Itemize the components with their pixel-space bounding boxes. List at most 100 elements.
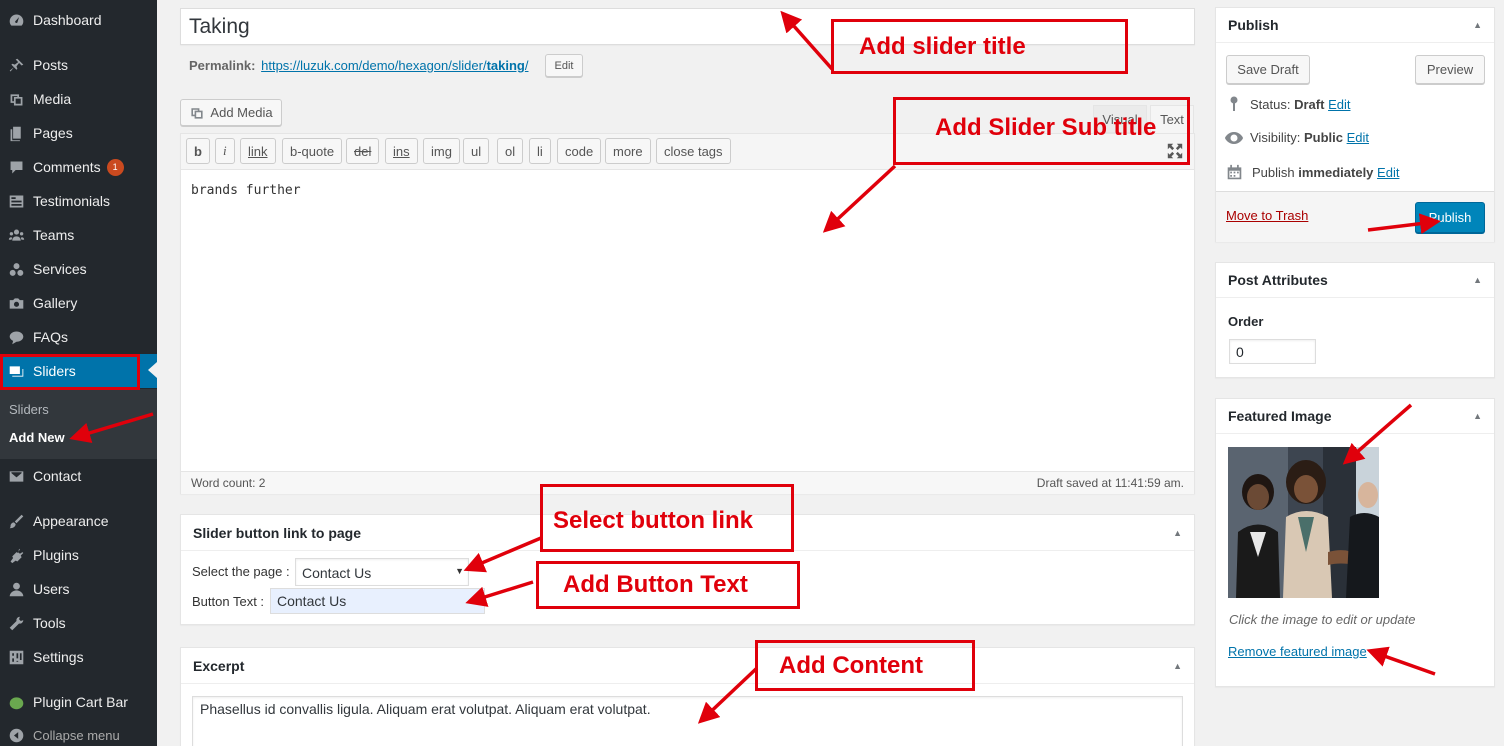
menu-faqs[interactable]: FAQs <box>0 320 157 354</box>
collapse-toggle-icon[interactable]: ▲ <box>1473 20 1482 30</box>
content-textarea[interactable]: brands further <box>191 183 301 198</box>
collapse-arrow-icon <box>7 726 25 744</box>
wrench-icon <box>7 614 25 632</box>
add-media-button[interactable]: Add Media <box>180 99 282 126</box>
menu-pages[interactable]: Pages <box>0 116 157 150</box>
menu-dashboard[interactable]: Dashboard <box>0 3 157 37</box>
button-text-label: Button Text : <box>192 594 265 609</box>
annotation-content: Add Content <box>755 640 975 691</box>
menu-label: Sliders <box>33 363 76 379</box>
dropdown-arrow-icon: ▼ <box>455 566 464 576</box>
collapse-toggle-icon[interactable]: ▲ <box>1173 661 1182 671</box>
menu-label: Testimonials <box>33 193 111 209</box>
dashboard-icon <box>7 11 25 29</box>
move-to-trash-link[interactable]: Move to Trash <box>1226 208 1308 223</box>
qt-ins-button[interactable]: ins <box>385 138 418 164</box>
metabox-title: Slider button link to page <box>193 524 361 541</box>
menu-comments[interactable]: Comments 1 <box>0 150 157 184</box>
settings-icon <box>7 648 25 666</box>
visibility-label: Visibility: <box>1250 130 1301 145</box>
collapse-menu[interactable]: Collapse menu <box>0 718 157 746</box>
preview-button[interactable]: Preview <box>1415 55 1485 84</box>
permalink-link[interactable]: https://luzuk.com/demo/hexagon/slider/ta… <box>261 58 528 73</box>
camera-icon <box>7 294 25 312</box>
menu-media[interactable]: Media <box>0 82 157 116</box>
excerpt-textarea[interactable]: Phasellus id convallis ligula. Aliquam e… <box>192 696 1183 746</box>
collapse-toggle-icon[interactable]: ▲ <box>1473 411 1482 421</box>
status-edit-link[interactable]: Edit <box>1328 97 1350 112</box>
menu-label: Media <box>33 91 72 107</box>
qt-li-button[interactable]: li <box>529 138 551 164</box>
menu-label: Users <box>33 581 70 597</box>
qt-img-button[interactable]: img <box>423 138 460 164</box>
menu-testimonials[interactable]: Testimonials <box>0 184 157 218</box>
qt-ul-button[interactable]: ul <box>463 138 490 164</box>
qt-bold-button[interactable]: b <box>186 138 210 164</box>
menu-label: Teams <box>33 227 75 243</box>
editor-container: Word count: 2 Draft saved at 11:41:59 am… <box>180 133 1195 494</box>
visibility-value: Public <box>1303 130 1343 145</box>
button-text-input[interactable]: Contact Us <box>270 588 485 614</box>
excerpt-header[interactable]: Excerpt ▲ <box>181 648 1194 684</box>
menu-label: Appearance <box>33 513 109 529</box>
qt-code-button[interactable]: code <box>557 138 602 164</box>
visibility-edit-link[interactable]: Edit <box>1347 130 1369 145</box>
save-draft-button[interactable]: Save Draft <box>1226 55 1310 84</box>
menu-tools[interactable]: Tools <box>0 606 157 640</box>
publish-title: Publish <box>1228 17 1279 33</box>
submenu-sliders[interactable]: Sliders <box>9 402 49 417</box>
qt-del-button[interactable]: del <box>346 138 380 164</box>
permalink-row: Permalink: https://luzuk.com/demo/hexago… <box>189 58 528 73</box>
remove-featured-image-link[interactable]: Remove featured image <box>1228 644 1367 659</box>
menu-users[interactable]: Users <box>0 572 157 606</box>
qt-more-button[interactable]: more <box>605 138 651 164</box>
submenu-add-new[interactable]: Add New <box>9 430 65 445</box>
collapse-toggle-icon[interactable]: ▲ <box>1173 528 1182 538</box>
menu-services[interactable]: Services <box>0 252 157 286</box>
menu-label: Dashboard <box>33 12 102 28</box>
user-icon <box>7 580 25 598</box>
menu-teams[interactable]: Teams <box>0 218 157 252</box>
featured-header[interactable]: Featured Image ▲ <box>1216 399 1494 434</box>
qt-close-tags-button[interactable]: close tags <box>656 138 731 164</box>
publish-button[interactable]: Publish <box>1415 202 1485 233</box>
menu-label: FAQs <box>33 329 69 345</box>
qt-ol-button[interactable]: ol <box>497 138 524 164</box>
schedule-row: Publish immediately Edit <box>1226 164 1399 181</box>
calendar-icon <box>1226 164 1252 181</box>
attributes-header[interactable]: Post Attributes ▲ <box>1216 263 1494 298</box>
qt-link-button[interactable]: link <box>240 138 276 164</box>
key-pin-icon <box>1228 96 1250 112</box>
featured-image-thumbnail[interactable] <box>1228 447 1379 598</box>
order-value: 0 <box>1236 344 1244 360</box>
permalink-edit-button[interactable]: Edit <box>545 54 583 77</box>
menu-sliders[interactable]: Sliders <box>0 354 157 388</box>
menu-posts[interactable]: Posts <box>0 48 157 82</box>
current-menu-pointer <box>148 362 157 378</box>
annotation-slider-title: Add slider title <box>831 19 1128 74</box>
comment-icon <box>7 158 25 176</box>
admin-sidebar: Dashboard Posts Media Pages Comments 1 T… <box>0 0 157 746</box>
publish-metabox: Publish ▲ Save Draft Preview Status: Dra… <box>1215 7 1495 242</box>
menu-plugin-cart-bar[interactable]: Plugin Cart Bar <box>0 685 157 719</box>
qt-italic-button[interactable]: i <box>215 138 235 164</box>
menu-label: Collapse menu <box>33 727 120 743</box>
menu-gallery[interactable]: Gallery <box>0 286 157 320</box>
order-input[interactable]: 0 <box>1229 339 1316 364</box>
page-select[interactable]: Contact Us ▼ <box>295 558 469 586</box>
brush-icon <box>7 512 25 530</box>
eye-icon <box>1224 131 1250 145</box>
menu-plugins[interactable]: Plugins <box>0 538 157 572</box>
publish-header[interactable]: Publish ▲ <box>1216 8 1494 43</box>
menu-label: Plugin Cart Bar <box>33 694 128 710</box>
menu-settings[interactable]: Settings <box>0 640 157 674</box>
pin-icon <box>7 56 25 74</box>
collapse-toggle-icon[interactable]: ▲ <box>1473 275 1482 285</box>
menu-appearance[interactable]: Appearance <box>0 504 157 538</box>
qt-bquote-button[interactable]: b-quote <box>282 138 343 164</box>
visibility-row: Visibility: Public Edit <box>1224 130 1369 145</box>
schedule-edit-link[interactable]: Edit <box>1377 165 1399 180</box>
add-media-label: Add Media <box>210 105 273 120</box>
menu-contact[interactable]: Contact <box>0 459 157 493</box>
sliders-submenu: Sliders Add New <box>0 389 157 459</box>
